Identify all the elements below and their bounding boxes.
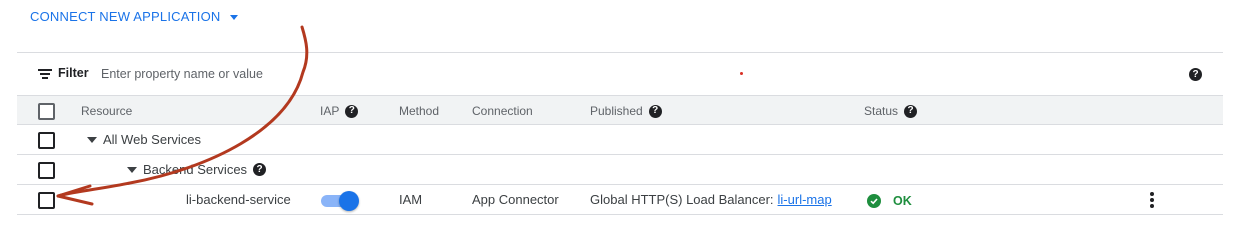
resource-cell[interactable]: Backend Services ? bbox=[127, 162, 267, 177]
resource-cell[interactable]: All Web Services bbox=[87, 132, 201, 147]
help-icon[interactable]: ? bbox=[904, 104, 918, 118]
filter-input[interactable] bbox=[101, 65, 701, 83]
connect-new-application-button[interactable]: CONNECT NEW APPLICATION bbox=[30, 8, 239, 24]
url-map-link[interactable]: li-url-map bbox=[778, 192, 832, 207]
filter-bar: Filter ? bbox=[17, 53, 1223, 96]
expand-icon[interactable] bbox=[127, 166, 137, 173]
column-header-resource[interactable]: Resource bbox=[81, 104, 132, 118]
status-text: OK bbox=[893, 194, 912, 208]
expand-icon[interactable] bbox=[87, 136, 97, 143]
table-row: Backend Services ? bbox=[17, 155, 1223, 185]
check-circle-icon bbox=[867, 194, 881, 208]
column-header-published[interactable]: Published? bbox=[590, 104, 662, 118]
applications-table: Filter ? Resource IAP? Method Connection… bbox=[17, 52, 1223, 215]
help-icon[interactable]: ? bbox=[253, 163, 267, 176]
published-cell: Global HTTP(S) Load Balancer: li-url-map bbox=[590, 192, 832, 207]
red-dot bbox=[740, 72, 743, 75]
table-row: All Web Services bbox=[17, 125, 1223, 155]
row-checkbox[interactable] bbox=[38, 162, 55, 179]
column-header-method[interactable]: Method bbox=[399, 104, 439, 118]
column-header-iap[interactable]: IAP? bbox=[320, 104, 359, 118]
help-icon[interactable]: ? bbox=[1189, 68, 1202, 81]
column-header-connection[interactable]: Connection bbox=[472, 104, 533, 118]
help-icon[interactable]: ? bbox=[345, 104, 359, 118]
select-all-checkbox[interactable] bbox=[38, 103, 55, 120]
chevron-down-icon bbox=[230, 14, 239, 20]
row-checkbox[interactable] bbox=[38, 132, 55, 149]
row-checkbox[interactable] bbox=[38, 192, 55, 209]
status-cell: OK bbox=[867, 194, 912, 208]
table-row: li-backend-service IAM App Connector Glo… bbox=[17, 185, 1223, 215]
resource-name: li-backend-service bbox=[186, 192, 291, 207]
method-cell: IAM bbox=[399, 192, 423, 207]
connect-new-application-label: CONNECT NEW APPLICATION bbox=[30, 8, 221, 24]
more-vert-icon[interactable] bbox=[1149, 192, 1155, 208]
filter-icon[interactable] bbox=[38, 69, 52, 79]
filter-label: Filter bbox=[58, 66, 89, 80]
iap-toggle[interactable] bbox=[321, 191, 359, 211]
column-header-status[interactable]: Status? bbox=[864, 104, 918, 118]
toggle-knob bbox=[339, 191, 359, 211]
connection-cell: App Connector bbox=[472, 192, 559, 207]
help-icon[interactable]: ? bbox=[648, 104, 662, 118]
table-header: Resource IAP? Method Connection Publishe… bbox=[17, 96, 1223, 125]
